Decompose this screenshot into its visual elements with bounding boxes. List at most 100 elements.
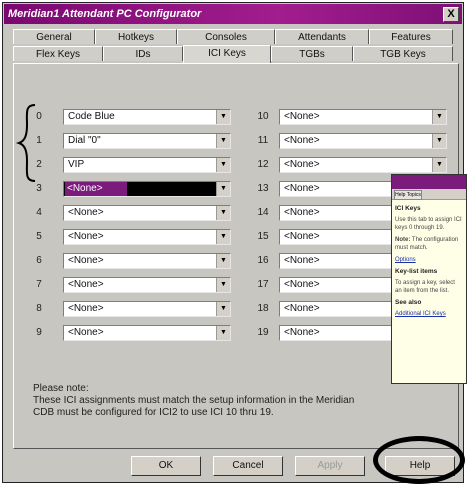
help-topics-tab[interactable]: Help Topics bbox=[394, 190, 422, 200]
ici-right-key-value: <None> bbox=[284, 327, 320, 338]
help-note-label: Note: bbox=[395, 237, 411, 243]
ici-left-key-value: <None> bbox=[68, 303, 104, 314]
help-subheading: Key-list items bbox=[395, 268, 438, 275]
ici-right-number-label: 13 bbox=[257, 183, 269, 194]
tab-hotkeys[interactable]: Hotkeys bbox=[95, 29, 177, 44]
ici-left-number-label: 1 bbox=[36, 135, 42, 146]
ici-left-key-dropdown[interactable]: <None> ▼ bbox=[63, 325, 231, 341]
chevron-down-icon[interactable]: ▼ bbox=[216, 302, 230, 316]
ici-left-key-dropdown[interactable]: <None> ▼ bbox=[63, 253, 231, 269]
ici-left-key-dropdown[interactable]: <None> ▼ bbox=[63, 229, 231, 245]
close-icon: X bbox=[447, 8, 455, 20]
ici-left-key-dropdown[interactable]: Dial "0" ▼ bbox=[63, 133, 231, 149]
chevron-down-icon[interactable]: ▼ bbox=[216, 206, 230, 220]
window-title: Meridian1 Attendant PC Configurator bbox=[8, 8, 202, 20]
ici-left-number-label: 4 bbox=[36, 207, 42, 218]
ici-left-key-dropdown[interactable]: <None> ▼ bbox=[63, 181, 231, 197]
chevron-down-icon[interactable]: ▼ bbox=[216, 278, 230, 292]
ici-right-number-label: 19 bbox=[257, 327, 269, 338]
ici-right-number-label: 10 bbox=[257, 111, 269, 122]
close-button[interactable]: X bbox=[443, 7, 459, 22]
help-title-bar[interactable] bbox=[392, 175, 466, 189]
tab-flex-keys[interactable]: Flex Keys bbox=[13, 46, 103, 61]
ici-right-number-label: 16 bbox=[257, 255, 269, 266]
tab-attendants[interactable]: Attendants bbox=[275, 29, 369, 44]
help-body: ICI Keys Use this tab to assign ICI keys… bbox=[392, 200, 466, 383]
help-paragraph-2: To assign a key, select an item from the… bbox=[395, 280, 455, 294]
ici-right-key-value: <None> bbox=[284, 159, 320, 170]
ici-left-number-label: 8 bbox=[36, 303, 42, 314]
chevron-down-icon[interactable]: ▼ bbox=[432, 110, 446, 124]
ici-right-key-dropdown[interactable]: <None> ▼ bbox=[279, 133, 447, 149]
ici-right-key-value: <None> bbox=[284, 279, 320, 290]
title-bar[interactable]: Meridian1 Attendant PC Configurator X bbox=[4, 4, 462, 24]
help-toolbar: Help Topics bbox=[392, 189, 466, 200]
tab-consoles[interactable]: Consoles bbox=[177, 29, 275, 44]
chevron-down-icon[interactable]: ▼ bbox=[216, 158, 230, 172]
ici-left-number-label: 0 bbox=[36, 111, 42, 122]
ici-right-number-label: 11 bbox=[257, 135, 269, 146]
tab-features[interactable]: Features bbox=[369, 29, 453, 44]
ici-right-number-label: 17 bbox=[257, 279, 269, 290]
tab-ids[interactable]: IDs bbox=[103, 46, 183, 61]
tab-general[interactable]: General bbox=[13, 29, 95, 44]
help-popup-window[interactable]: Help Topics ICI Keys Use this tab to ass… bbox=[391, 174, 467, 384]
tab-ici-keys[interactable]: ICI Keys bbox=[183, 45, 271, 63]
chevron-down-icon[interactable]: ▼ bbox=[216, 254, 230, 268]
ici-right-key-value: <None> bbox=[284, 303, 320, 314]
ici-right-key-value: <None> bbox=[284, 231, 320, 242]
chevron-down-icon[interactable]: ▼ bbox=[432, 134, 446, 148]
apply-button[interactable]: Apply bbox=[295, 456, 365, 476]
ici-right-key-dropdown[interactable]: <None> ▼ bbox=[279, 157, 447, 173]
ici-left-number-label: 5 bbox=[36, 231, 42, 242]
ici-left-key-dropdown[interactable]: <None> ▼ bbox=[63, 205, 231, 221]
note-line-1: These ICI assignments must match the set… bbox=[33, 395, 355, 406]
ici-left-key-value: <None> bbox=[68, 327, 104, 338]
tab-row-front: Flex Keys IDs ICI Keys TGBs TGB Keys bbox=[13, 45, 453, 63]
ici-left-key-value: <None> bbox=[68, 255, 104, 266]
chevron-down-icon[interactable]: ▼ bbox=[216, 134, 230, 148]
tab-tgbs[interactable]: TGBs bbox=[271, 46, 353, 61]
help-highlight-ellipse bbox=[373, 436, 465, 484]
ici-left-key-dropdown[interactable]: <None> ▼ bbox=[63, 277, 231, 293]
chevron-down-icon[interactable]: ▼ bbox=[216, 110, 230, 124]
ici-left-key-value: <None> bbox=[65, 182, 127, 196]
note-heading: Please note: bbox=[33, 383, 89, 394]
ici-left-key-value: Dial "0" bbox=[68, 135, 101, 146]
ici-left-number-label: 6 bbox=[36, 255, 42, 266]
chevron-down-icon[interactable]: ▼ bbox=[216, 230, 230, 244]
ici-right-key-value: <None> bbox=[284, 183, 320, 194]
cancel-button[interactable]: Cancel bbox=[213, 456, 283, 476]
ici-left-key-dropdown[interactable]: <None> ▼ bbox=[63, 301, 231, 317]
help-link-additional[interactable]: Additional ICI Keys bbox=[395, 310, 463, 318]
ici-left-key-dropdown[interactable]: Code Blue ▼ bbox=[63, 109, 231, 125]
help-paragraph-1: Use this tab to assign ICI keys 0 throug… bbox=[395, 217, 462, 231]
help-link-options[interactable]: Options bbox=[395, 256, 463, 264]
ici-left-key-value: VIP bbox=[68, 159, 85, 170]
ici-right-key-value: <None> bbox=[284, 135, 320, 146]
ok-button[interactable]: OK bbox=[131, 456, 201, 476]
ici-left-number-label: 7 bbox=[36, 279, 42, 290]
ici-right-key-value: <None> bbox=[284, 207, 320, 218]
chevron-down-icon[interactable]: ▼ bbox=[216, 182, 230, 196]
ici-left-key-value: Code Blue bbox=[68, 111, 115, 122]
ici-left-number-label: 9 bbox=[36, 327, 42, 338]
chevron-down-icon[interactable]: ▼ bbox=[216, 326, 230, 340]
ici-right-key-value: <None> bbox=[284, 255, 320, 266]
tab-row-back: General Hotkeys Consoles Attendants Feat… bbox=[13, 29, 453, 45]
help-see-also: See also bbox=[395, 299, 422, 306]
ici-right-number-label: 18 bbox=[257, 303, 269, 314]
help-note: Note: The configuration must match. bbox=[395, 236, 463, 252]
ici-right-number-label: 12 bbox=[257, 159, 269, 170]
ici-left-key-value: <None> bbox=[68, 207, 104, 218]
ici-left-number-label: 2 bbox=[36, 159, 42, 170]
ici-right-number-label: 15 bbox=[257, 231, 269, 242]
ici-left-key-dropdown[interactable]: VIP ▼ bbox=[63, 157, 231, 173]
tab-tgb-keys[interactable]: TGB Keys bbox=[353, 46, 453, 61]
ici-right-key-dropdown[interactable]: <None> ▼ bbox=[279, 109, 447, 125]
chevron-down-icon[interactable]: ▼ bbox=[432, 158, 446, 172]
ici-left-key-value: <None> bbox=[68, 231, 104, 242]
ici-left-key-value: <None> bbox=[68, 279, 104, 290]
ici-right-number-label: 14 bbox=[257, 207, 269, 218]
ici-right-key-value: <None> bbox=[284, 111, 320, 122]
